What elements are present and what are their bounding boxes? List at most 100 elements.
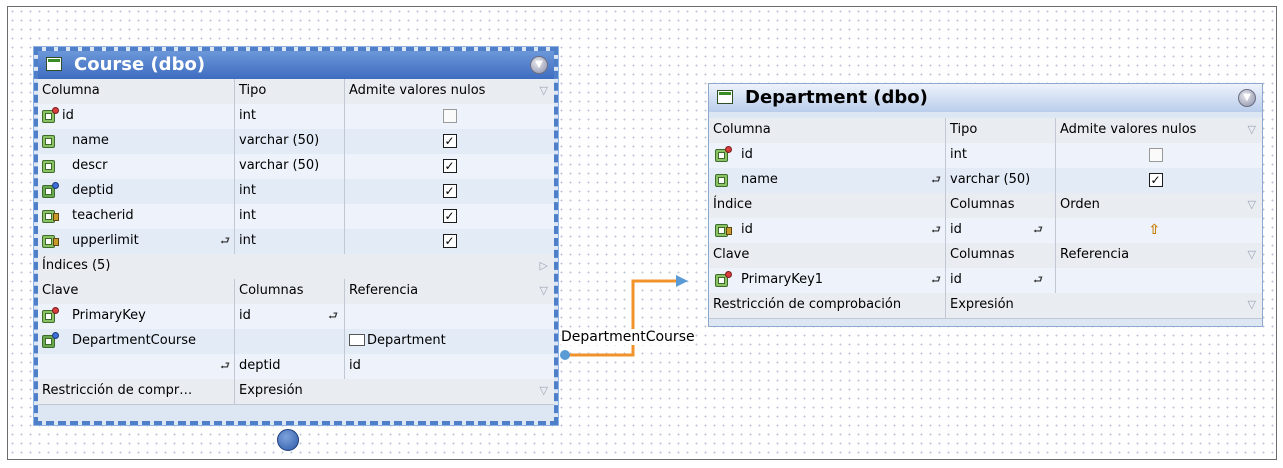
collapse-icon[interactable]: ▼ <box>1238 89 1256 107</box>
key-ref[interactable]: Department <box>367 333 446 348</box>
filter-icon[interactable]: ▽ <box>540 379 548 403</box>
expand-icon[interactable]: ⮐ <box>1033 218 1043 242</box>
nullable-checkbox[interactable]: ✓ <box>1148 173 1163 187</box>
nullable-checkbox[interactable]: ✓ <box>442 184 457 198</box>
column-name: name <box>741 172 778 187</box>
fk-cols: deptid <box>234 354 344 379</box>
nullable-checkbox[interactable]: ✓ <box>442 209 457 223</box>
diagram-canvas[interactable]: DepartmentCourse Course (dbo) ▼ Columna … <box>7 6 1277 460</box>
primary-key-icon <box>42 107 59 123</box>
column-type: int <box>234 104 344 129</box>
foreign-key-icon <box>42 182 59 198</box>
relationship-label[interactable]: DepartmentCourse <box>561 329 695 345</box>
column-row[interactable]: id int <box>709 143 1262 168</box>
key-header-cols: Columnas <box>234 279 344 304</box>
filter-icon[interactable]: ▽ <box>540 279 548 303</box>
primary-key-icon <box>715 146 732 162</box>
col-header-name: Columna <box>713 122 771 137</box>
ascending-order-icon[interactable]: ⇧ <box>1149 218 1161 242</box>
filter-icon[interactable]: ▽ <box>1248 293 1256 317</box>
column-type: int <box>234 204 344 229</box>
key-cols: id <box>239 308 251 323</box>
table-department-title[interactable]: Department (dbo) ▼ <box>709 84 1262 112</box>
expand-icon[interactable]: ⮐ <box>1033 268 1043 292</box>
column-name: id <box>62 108 74 123</box>
filter-icon[interactable]: ▽ <box>1248 118 1256 142</box>
expand-icon[interactable]: ⮐ <box>220 229 230 253</box>
col-header-type: Tipo <box>945 118 1055 143</box>
column-name: id <box>741 147 753 162</box>
column-name: teacherid <box>72 208 134 223</box>
key-row[interactable]: PrimaryKey id ⮐ <box>38 304 554 329</box>
index-row[interactable]: id ⮐ id ⮐ ⇧ <box>709 218 1262 243</box>
key-name: PrimaryKey <box>72 308 146 323</box>
column-row[interactable]: teacherid int ✓ <box>38 204 554 229</box>
column-icon <box>42 160 55 173</box>
fk-ref: id <box>344 354 554 379</box>
check-expr: Expresión <box>945 293 1145 318</box>
column-icon <box>715 174 728 187</box>
column-type: int <box>945 143 1055 168</box>
col-header-name: Columna <box>42 83 100 98</box>
expand-icon[interactable]: ⮐ <box>220 354 230 378</box>
expand-icon[interactable]: ⮐ <box>931 168 941 192</box>
key-header-name: Clave <box>42 283 79 298</box>
column-type: varchar (50) <box>234 129 344 154</box>
column-row[interactable]: name ⮐ varchar (50) ✓ <box>709 168 1262 193</box>
column-type: int <box>234 229 344 254</box>
filter-icon[interactable]: ▽ <box>1248 243 1256 267</box>
index-icon <box>715 224 732 237</box>
nullable-checkbox[interactable] <box>442 109 457 123</box>
column-row[interactable]: upperlimit ⮐ int ✓ <box>38 229 554 254</box>
col-header-nullable: Admite valores nulos <box>344 79 554 104</box>
index-header-order: Orden <box>1055 193 1255 218</box>
table-icon <box>717 90 733 104</box>
filter-icon[interactable]: ▽ <box>540 79 548 103</box>
column-type: int <box>234 179 344 204</box>
check-label: Restricción de comprobación <box>713 297 902 312</box>
table-course[interactable]: Course (dbo) ▼ Columna Tipo Admite valor… <box>34 47 558 425</box>
nullable-checkbox[interactable]: ✓ <box>442 234 457 248</box>
index-name: id <box>741 222 753 237</box>
expand-icon[interactable]: ⮐ <box>328 304 338 328</box>
key-row[interactable]: PrimaryKey1 ⮐ id ⮐ <box>709 268 1262 293</box>
column-type: varchar (50) <box>945 168 1055 193</box>
filter-icon[interactable]: ▽ <box>1248 193 1256 217</box>
fk-detail-row[interactable]: ⮐ deptid id <box>38 354 554 379</box>
indices-section[interactable]: Índices (5) ▷ <box>38 254 554 280</box>
col-header-nullable: Admite valores nulos <box>1055 118 1255 143</box>
check-constraint-header[interactable]: Restricción de compr… Expresión ▽ <box>38 379 554 405</box>
key-header-ref: Referencia <box>344 279 554 304</box>
expand-icon[interactable]: ⮐ <box>931 268 941 292</box>
table-department[interactable]: Department (dbo) ▼ Columna Tipo Admite v… <box>708 83 1263 327</box>
column-row[interactable]: id int <box>38 104 554 129</box>
table-title: Course (dbo) <box>74 54 206 75</box>
column-name: upperlimit <box>72 233 139 248</box>
col-header-type: Tipo <box>234 79 344 104</box>
indexed-column-icon <box>42 235 59 248</box>
expand-right-icon[interactable]: ▷ <box>540 254 548 278</box>
column-row[interactable]: name varchar (50) ✓ <box>38 129 554 154</box>
index-header: Índice Columnas Orden ▽ <box>709 193 1262 219</box>
column-row[interactable]: deptid int ✓ <box>38 179 554 204</box>
expand-icon[interactable]: ⮐ <box>931 218 941 242</box>
nullable-checkbox[interactable]: ✓ <box>442 159 457 173</box>
index-header-cols: Columnas <box>945 193 1055 218</box>
nullable-checkbox[interactable] <box>1148 148 1163 162</box>
keys-header: Clave Columnas Referencia ▽ <box>709 243 1262 269</box>
key-row[interactable]: DepartmentCourse Department <box>38 329 554 354</box>
key-header-name: Clave <box>713 247 750 262</box>
primary-key-icon <box>42 307 59 323</box>
move-handle-icon[interactable] <box>277 429 299 451</box>
column-name: name <box>72 133 109 148</box>
key-ref <box>344 304 554 329</box>
column-row[interactable]: descr varchar (50) ✓ <box>38 154 554 179</box>
table-title: Department (dbo) <box>745 87 928 108</box>
table-course-title[interactable]: Course (dbo) ▼ <box>38 51 554 79</box>
index-header-label: Índice <box>713 197 753 212</box>
foreign-key-icon <box>42 332 59 348</box>
nullable-checkbox[interactable]: ✓ <box>442 134 457 148</box>
check-constraint-header[interactable]: Restricción de comprobación Expresión ▽ <box>709 293 1262 319</box>
referenced-table-icon <box>349 334 365 346</box>
collapse-icon[interactable]: ▼ <box>530 56 548 74</box>
